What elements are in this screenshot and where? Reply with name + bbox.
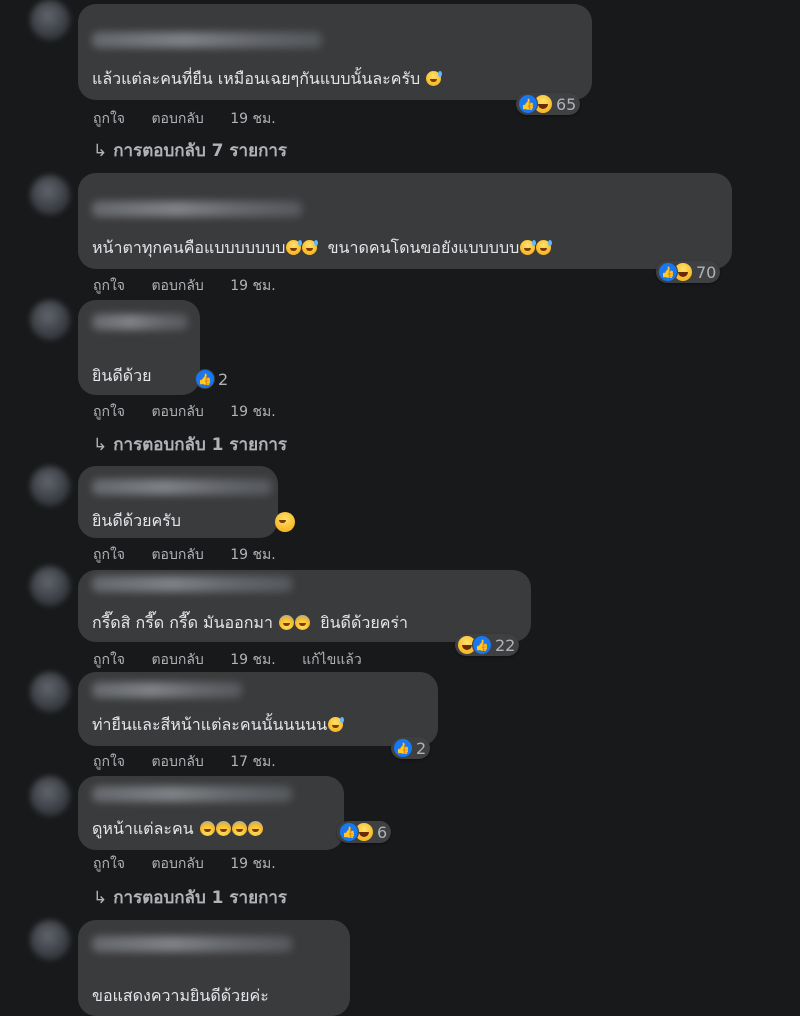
comment-bubble: ขอแสดงความยินดีด้วยค่ะ <box>78 920 350 1016</box>
view-replies-link[interactable]: ↳ การตอบกลับ 1 รายการ <box>93 431 287 458</box>
comment-actions: ถูกใจ ตอบกลับ 17 ชม. <box>93 751 298 773</box>
avatar[interactable] <box>30 566 70 606</box>
comment-actions: ถูกใจ ตอบกลับ 19 ชม. <box>93 108 298 130</box>
comment-bubble: ยินดีด้วยครับ <box>78 466 278 538</box>
comment-bubble: ดูหน้าแต่ละคน <box>78 776 344 850</box>
author-name-blurred[interactable] <box>92 32 322 48</box>
avatar[interactable] <box>30 300 70 340</box>
emoji-icon <box>279 615 295 630</box>
like-button[interactable]: ถูกใจ <box>93 652 125 668</box>
reply-arrow-icon: ↳ <box>93 888 108 908</box>
timestamp[interactable]: 19 ชม. <box>230 111 275 127</box>
reply-button[interactable]: ตอบกลับ <box>151 111 203 127</box>
author-name-blurred[interactable] <box>92 936 292 952</box>
reaction-summary[interactable]: 👍 6 <box>337 821 392 843</box>
thumbs-up-icon: 👍 <box>339 822 359 842</box>
emoji-icon <box>215 821 231 836</box>
comment-text: หน้าตาทุกคนคือแบบบบบบบ ขนาดคนโดนขอยังแบบ… <box>92 236 553 261</box>
avatar[interactable] <box>30 466 70 506</box>
avatar[interactable] <box>30 0 70 40</box>
author-name-blurred[interactable] <box>92 682 242 698</box>
timestamp[interactable]: 19 ชม. <box>230 404 275 420</box>
reply-button[interactable]: ตอบกลับ <box>151 547 203 563</box>
comment-actions: ถูกใจ ตอบกลับ 19 ชม. แก้ไขแล้ว <box>93 649 384 671</box>
thumbs-up-icon: 👍 <box>195 369 215 389</box>
reaction-count: 2 <box>416 738 427 758</box>
like-button[interactable]: ถูกใจ <box>93 754 125 770</box>
comment-bubble: กรี๊ดสิ กรี๊ด กรี๊ด มันออกมา ยินดีด้วยคร… <box>78 570 531 642</box>
like-button[interactable]: ถูกใจ <box>93 278 125 294</box>
reaction-summary[interactable]: 👍 22 <box>455 634 520 656</box>
comment-bubble: ท่ายืนและสีหน้าแต่ละคนนั้นนนนน <box>78 672 438 746</box>
emoji-icon <box>286 240 303 255</box>
reaction-count: 22 <box>495 635 516 655</box>
emoji-icon <box>536 240 553 255</box>
comment-bubble: หน้าตาทุกคนคือแบบบบบบบ ขนาดคนโดนขอยังแบบ… <box>78 173 732 269</box>
comment-actions: ถูกใจ ตอบกลับ 19 ชม. <box>93 544 298 566</box>
like-button[interactable]: ถูกใจ <box>93 856 125 872</box>
reply-button[interactable]: ตอบกลับ <box>151 856 203 872</box>
comment-text: กรี๊ดสิ กรี๊ด กรี๊ด มันออกมา ยินดีด้วยคร… <box>92 613 408 632</box>
like-button[interactable]: ถูกใจ <box>93 547 125 563</box>
emoji-icon <box>302 240 319 255</box>
emoji-icon <box>295 615 311 630</box>
avatar[interactable] <box>30 672 70 712</box>
comment-text: ขอแสดงความยินดีด้วยค่ะ <box>92 986 269 1005</box>
reaction-summary[interactable]: 👍 70 <box>656 261 721 283</box>
thumbs-up-icon: 👍 <box>658 262 678 282</box>
avatar[interactable] <box>30 920 70 960</box>
emoji-icon <box>231 821 247 836</box>
view-replies-link[interactable]: ↳ การตอบกลับ 1 รายการ <box>93 884 287 911</box>
timestamp[interactable]: 19 ชม. <box>230 856 275 872</box>
reply-button[interactable]: ตอบกลับ <box>151 754 203 770</box>
emoji-icon <box>275 512 295 532</box>
timestamp[interactable]: 17 ชม. <box>230 754 275 770</box>
reply-button[interactable]: ตอบกลับ <box>151 404 203 420</box>
reaction-count: 70 <box>696 262 717 282</box>
comment-text: ยินดีด้วยครับ <box>92 511 181 530</box>
view-replies-link[interactable]: ↳ การตอบกลับ 7 รายการ <box>93 137 287 164</box>
emoji-icon <box>247 821 263 836</box>
avatar[interactable] <box>30 175 70 215</box>
thumbs-up-icon: 👍 <box>472 635 492 655</box>
comment-text: ยินดีด้วย <box>92 366 152 385</box>
emoji-icon <box>199 821 215 836</box>
thumbs-up-icon: 👍 <box>518 94 538 114</box>
author-name-blurred[interactable] <box>92 786 292 802</box>
author-name-blurred[interactable] <box>92 576 292 592</box>
emoji-icon <box>426 71 443 86</box>
reply-arrow-icon: ↳ <box>93 435 108 455</box>
avatar[interactable] <box>30 776 70 816</box>
timestamp[interactable]: 19 ชม. <box>230 547 275 563</box>
comment-actions: ถูกใจ ตอบกลับ 19 ชม. <box>93 275 298 297</box>
emoji-icon <box>520 240 537 255</box>
author-name-blurred[interactable] <box>92 479 272 495</box>
comment-actions: ถูกใจ ตอบกลับ 19 ชม. <box>93 401 298 423</box>
timestamp[interactable]: 19 ชม. <box>230 278 275 294</box>
comment-bubble: ยินดีด้วย <box>78 300 200 395</box>
reply-button[interactable]: ตอบกลับ <box>151 652 203 668</box>
comment-text: แล้วแต่ละคนที่ยืน เหมือนเฉยๆกันแบบนั้นละ… <box>92 67 443 92</box>
emoji-icon <box>328 717 345 732</box>
reply-button[interactable]: ตอบกลับ <box>151 278 203 294</box>
timestamp[interactable]: 19 ชม. <box>230 652 275 668</box>
reaction-summary[interactable]: 👍 2 <box>193 368 232 390</box>
like-button[interactable]: ถูกใจ <box>93 404 125 420</box>
comment-text: ท่ายืนและสีหน้าแต่ละคนนั้นนนนน <box>92 713 345 738</box>
reaction-count: 6 <box>377 822 388 842</box>
reply-arrow-icon: ↳ <box>93 141 108 161</box>
edited-label[interactable]: แก้ไขแล้ว <box>302 652 362 668</box>
like-button[interactable]: ถูกใจ <box>93 111 125 127</box>
comment-actions: ถูกใจ ตอบกลับ 19 ชม. <box>93 853 298 875</box>
reaction-summary[interactable]: 👍 65 <box>516 93 581 115</box>
author-name-blurred[interactable] <box>92 314 188 330</box>
reaction-summary[interactable]: 👍 2 <box>391 737 431 759</box>
reaction-count: 65 <box>556 94 577 114</box>
author-name-blurred[interactable] <box>92 201 302 217</box>
comment-bubble: แล้วแต่ละคนที่ยืน เหมือนเฉยๆกันแบบนั้นละ… <box>78 4 592 100</box>
comment-text: ดูหน้าแต่ละคน <box>92 817 263 842</box>
reaction-count: 2 <box>218 369 229 389</box>
thumbs-up-icon: 👍 <box>393 738 413 758</box>
